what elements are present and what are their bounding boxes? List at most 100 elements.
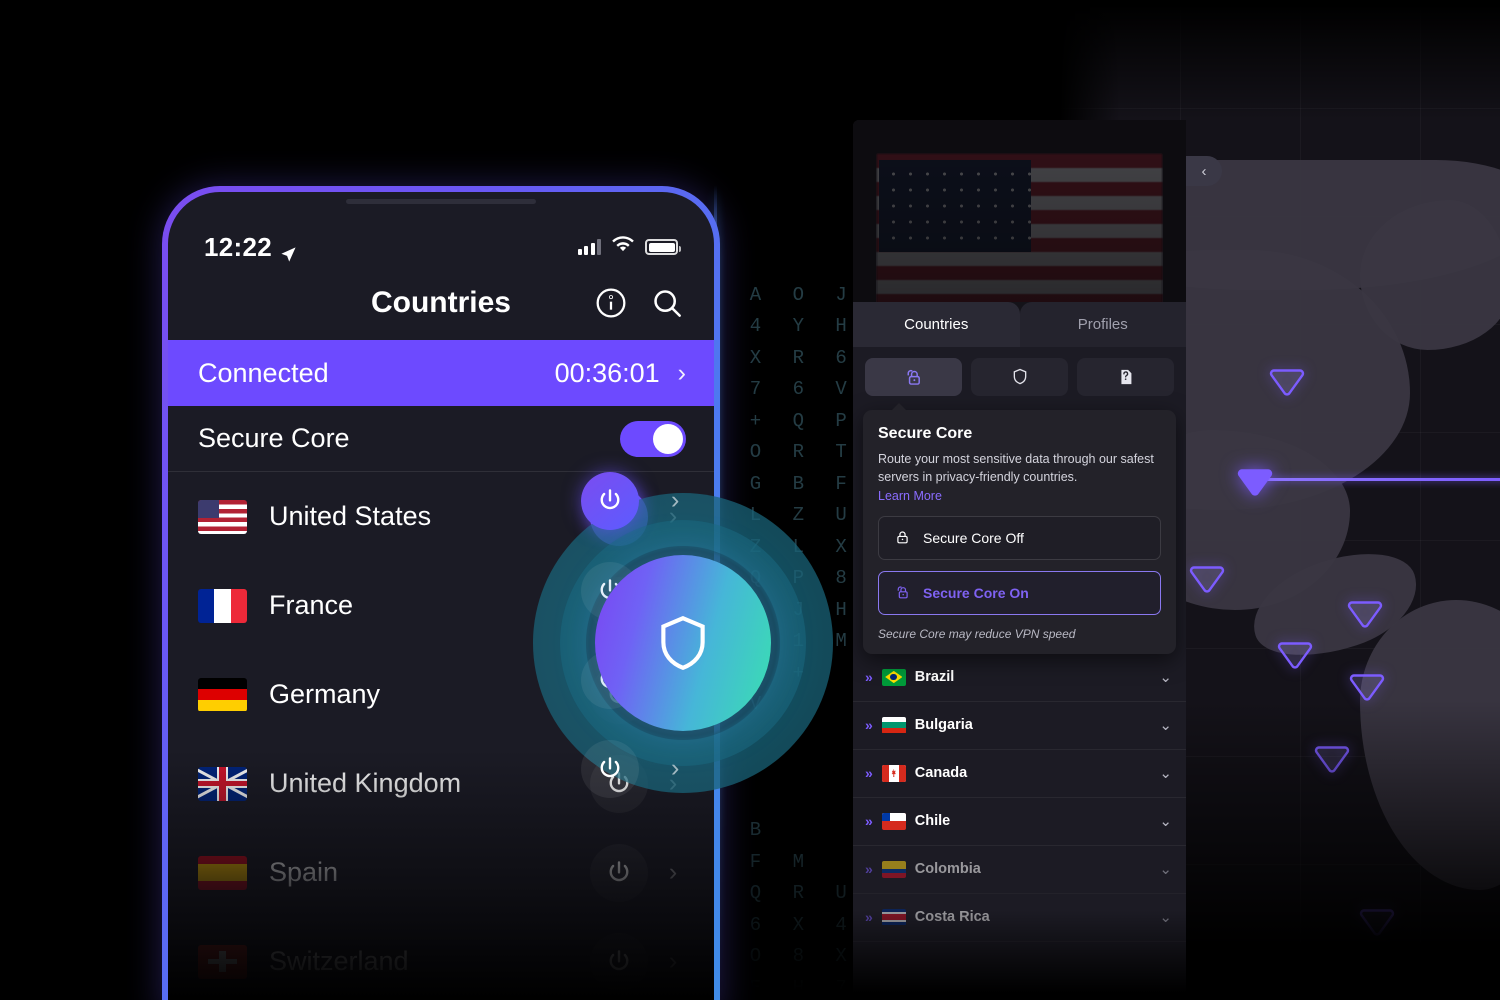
country-name: Canada xyxy=(914,765,968,781)
country-row[interactable]: United Kingdom › xyxy=(168,739,714,828)
phone-device-frame: 12:22 Countries Connected 00:36:01 › Sec… xyxy=(162,186,720,1000)
country-name: Costa Rica xyxy=(914,909,990,925)
desktop-vpn-app: Switzerland » United States IP: 103.107.… xyxy=(853,120,1186,1000)
vpn-connection-line xyxy=(1255,478,1500,481)
flag-icon-us xyxy=(198,499,247,534)
screenshot-root: B A O J H 4 Y H M X R 6 + 7 6 V V + Q P … xyxy=(0,0,1500,1000)
country-row[interactable]: Switzerland › xyxy=(168,917,714,1000)
status-time: 12:22 xyxy=(204,231,272,262)
power-icon xyxy=(609,860,629,881)
chevron-right-icon[interactable]: › xyxy=(658,502,688,531)
secure-core-toggle-row[interactable]: Secure Core xyxy=(168,406,714,472)
secure-core-lock-icon[interactable] xyxy=(865,358,962,396)
secure-core-toggle[interactable] xyxy=(620,420,686,457)
search-icon[interactable] xyxy=(650,286,684,320)
secure-core-chevrons-icon: » xyxy=(865,717,873,733)
country-power-button[interactable] xyxy=(590,487,648,546)
power-icon xyxy=(609,682,629,703)
country-name: France xyxy=(269,590,354,620)
tab-countries[interactable]: Countries xyxy=(853,302,1020,347)
app-country-row[interactable]: » Canada ⌄ xyxy=(853,750,1186,798)
secure-core-chevrons-icon: » xyxy=(865,861,873,877)
country-row[interactable]: France xyxy=(168,561,714,650)
app-connection-header: Switzerland » United States IP: 103.107.… xyxy=(853,120,1186,302)
connection-timer: 00:36:01 xyxy=(554,357,660,388)
connected-right-group: 00:36:01 › xyxy=(555,358,686,389)
info-circle-icon[interactable] xyxy=(594,286,628,320)
wifi-icon xyxy=(612,236,634,258)
secure-core-on-label: Secure Core On xyxy=(923,584,1029,601)
secure-core-on-option[interactable]: Secure Core On xyxy=(878,570,1161,615)
map-server-marker-icon[interactable] xyxy=(1237,465,1273,496)
chevron-down-icon[interactable]: ⌄ xyxy=(1159,860,1172,878)
country-power-button[interactable] xyxy=(590,665,648,724)
page-title: Countries xyxy=(370,286,511,319)
secure-core-popover: Secure Core Route your most sensitive da… xyxy=(863,403,1176,654)
flag-icon-cr xyxy=(881,908,906,926)
power-icon xyxy=(609,593,629,614)
chevron-down-icon[interactable]: ⌄ xyxy=(1159,668,1172,686)
chevron-right-icon[interactable]: › xyxy=(658,858,688,887)
popover-title: Secure Core xyxy=(878,425,973,442)
country-power-button[interactable] xyxy=(590,754,648,813)
secure-core-chevrons-icon: » xyxy=(865,813,873,829)
secure-core-chevrons-icon: » xyxy=(865,909,873,925)
phone-screen: 12:22 Countries Connected 00:36:01 › Sec… xyxy=(168,192,714,1000)
flag-icon-ch xyxy=(198,944,247,979)
secure-core-off-option[interactable]: Secure Core Off xyxy=(878,515,1161,560)
country-power-button[interactable] xyxy=(590,843,648,902)
flag-icon-fr xyxy=(198,588,247,623)
power-icon xyxy=(609,949,629,970)
country-row[interactable]: Germany xyxy=(168,650,714,739)
status-time-group: 12:22 xyxy=(204,232,297,263)
country-name: Colombia xyxy=(914,861,981,877)
app-country-row[interactable]: » Chile ⌄ xyxy=(853,798,1186,846)
map-server-marker-icon[interactable] xyxy=(1349,670,1385,701)
app-country-list[interactable]: » Brazil ⌄ » Bulgaria ⌄ » Canada ⌄ » Chile ⌄ » Colomb… xyxy=(853,654,1186,942)
country-name: Germany xyxy=(269,679,381,709)
secure-core-lock-icon xyxy=(897,586,908,599)
us-flag-backdrop xyxy=(877,154,1162,302)
app-country-row[interactable]: » Colombia ⌄ xyxy=(853,846,1186,894)
learn-more-link[interactable]: Learn More xyxy=(878,489,942,503)
app-country-row[interactable]: » Costa Rica ⌄ xyxy=(853,894,1186,942)
country-name: Chile xyxy=(914,813,951,829)
flag-icon-es xyxy=(198,855,247,890)
map-server-marker-icon[interactable] xyxy=(1189,562,1225,593)
flag-icon-uk xyxy=(198,766,247,801)
shield-icon[interactable] xyxy=(971,358,1068,396)
country-row[interactable]: Spain › xyxy=(168,828,714,917)
navbar-actions xyxy=(594,286,684,320)
power-icon xyxy=(609,504,629,525)
chevron-down-icon[interactable]: ⌄ xyxy=(1159,908,1172,926)
country-name: Spain xyxy=(269,857,339,887)
app-country-row[interactable]: » Brazil ⌄ xyxy=(853,654,1186,702)
flag-icon-br xyxy=(881,668,906,686)
map-server-marker-icon[interactable] xyxy=(1347,597,1383,628)
secure-core-label: Secure Core xyxy=(198,423,350,453)
chevron-down-icon[interactable]: ⌄ xyxy=(1159,716,1172,734)
chevron-down-icon[interactable]: ⌄ xyxy=(1159,764,1172,782)
country-power-button[interactable] xyxy=(590,576,648,635)
phone-navbar: Countries xyxy=(168,266,714,340)
country-power-button[interactable] xyxy=(590,932,648,991)
country-row[interactable]: United States › xyxy=(168,472,714,561)
app-filter-toolbar xyxy=(853,347,1186,406)
power-icon xyxy=(609,771,629,792)
chevron-left-icon[interactable]: ‹ xyxy=(1186,156,1222,186)
popover-note: Secure Core may reduce VPN speed xyxy=(878,626,1076,641)
country-list[interactable]: United States › France Germany United Kingdo… xyxy=(168,472,714,1000)
app-country-row[interactable]: » Bulgaria ⌄ xyxy=(853,702,1186,750)
chevron-down-icon[interactable]: ⌄ xyxy=(1159,812,1172,830)
chevron-right-icon[interactable]: › xyxy=(658,947,688,976)
tab-profiles[interactable]: Profiles xyxy=(1019,302,1186,347)
map-server-marker-icon[interactable] xyxy=(1277,638,1313,669)
map-server-marker-icon[interactable] xyxy=(1269,365,1305,396)
connected-status-bar[interactable]: Connected 00:36:01 › xyxy=(168,340,714,406)
app-tab-bar: Countries Profiles xyxy=(853,302,1186,347)
popover-description: Route your most sensitive data through o… xyxy=(878,452,1154,484)
flag-icon-de xyxy=(198,677,247,712)
chevron-right-icon[interactable]: › xyxy=(678,360,686,386)
chevron-right-icon[interactable]: › xyxy=(658,769,688,798)
p2p-icon[interactable] xyxy=(1077,358,1174,396)
